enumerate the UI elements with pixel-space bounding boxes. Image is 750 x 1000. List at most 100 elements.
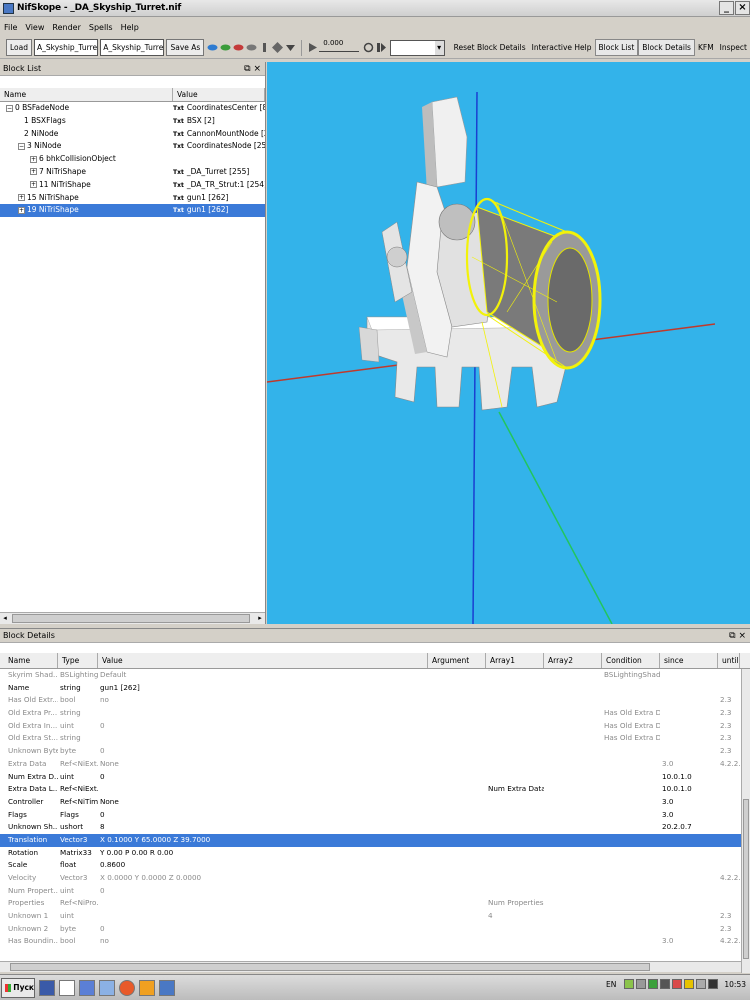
tree-row[interactable]: +11 NiTriShape Txt _DA_TR_Strut:1 [254] (0, 179, 265, 192)
tree-row[interactable]: +6 bhkCollisionObject (0, 153, 265, 166)
menu-render[interactable]: Render (48, 23, 84, 32)
column-array2[interactable]: Array2 (544, 653, 602, 668)
details-row[interactable]: Translation Vector3 X 0.1000 Y 65.0000 Z 3… (0, 833, 750, 847)
tree-row[interactable]: +15 NiTriShape Txt gun1 [262] (0, 192, 265, 205)
switch-icon[interactable] (376, 42, 387, 53)
column-until[interactable]: until (718, 653, 740, 668)
expand-toggle-icon[interactable]: + (30, 155, 37, 163)
view-front-icon[interactable] (207, 42, 218, 53)
details-row[interactable]: Extra Data Ref<NiExt...None 3.0 4.2.2. (0, 758, 750, 771)
tree-row[interactable]: +7 NiTriShape Txt _DA_Turret [255] (0, 166, 265, 179)
tray-icon[interactable] (660, 979, 671, 989)
tray-icon[interactable] (648, 979, 659, 989)
expand-toggle-icon[interactable]: − (18, 142, 25, 150)
time-slider[interactable]: 0.000 (319, 39, 360, 56)
details-row[interactable]: Old Extra Pr...string Has Old Extra Data 2… (0, 707, 750, 720)
expand-toggle-icon[interactable]: + (18, 194, 25, 202)
block-list-hscrollbar[interactable]: ◂ ▸ (0, 612, 265, 624)
menu-help[interactable]: Help (117, 23, 143, 32)
tree-row[interactable]: −0 BSFadeNode TxtCoordinatesCenter [81] (0, 102, 265, 115)
tray-icon[interactable] (696, 979, 707, 989)
scroll-right-icon[interactable]: ▸ (255, 613, 265, 624)
tab-inspect[interactable]: Inspect (717, 39, 750, 56)
details-row[interactable]: Has Boundin... bool no 3.0 4.2.2. (0, 935, 750, 948)
details-row[interactable]: Flags Flags 0 3.0 (0, 809, 750, 822)
tray-icon[interactable] (624, 979, 635, 989)
tab-kfm[interactable]: KFM (695, 39, 717, 56)
menu-spells[interactable]: Spells (85, 23, 117, 32)
details-row[interactable]: Extra Data L...Ref<NiExt... Num Extra Dat… (0, 783, 750, 796)
panel-float-close-icons[interactable]: ⧉ × (244, 62, 261, 76)
panel-float-close-icons[interactable]: ⧉ × (729, 629, 746, 643)
column-condition[interactable]: Condition (602, 653, 660, 668)
column-value[interactable]: Value (98, 653, 428, 668)
tree-row[interactable]: +19 NiTriShape Txt gun1 [262] (0, 204, 265, 218)
details-row[interactable]: Old Extra In...uint 0 Has Old Extra Data 2.… (0, 720, 750, 733)
details-row[interactable]: Name string gun1 [262] (0, 682, 750, 695)
tray-icon[interactable] (636, 979, 647, 989)
view-top-icon[interactable] (233, 42, 244, 53)
details-row[interactable]: Unknown 1 uint 4 2.3 (0, 910, 750, 923)
details-row[interactable]: Unknown Byte byte 0 2.3 (0, 745, 750, 758)
column-argument[interactable]: Argument (428, 653, 486, 668)
minimize-button[interactable]: _ (719, 1, 734, 15)
dropdown-arrow-icon[interactable] (285, 42, 296, 53)
browser-icon[interactable] (119, 979, 135, 996)
document-icon[interactable] (59, 979, 75, 996)
details-row[interactable]: Velocity Vector3 X 0.0000 Y 0.0000 Z 0.000… (0, 872, 750, 885)
details-row[interactable]: Has Old Extr... bool no 2.3 (0, 694, 750, 707)
column-value[interactable]: Value (173, 88, 265, 101)
details-row[interactable]: Controller Ref<NiTim...None 3.0 (0, 796, 750, 809)
save-path-input[interactable]: A_Skyship_Turret.nif (100, 39, 165, 56)
expand-toggle-icon[interactable]: + (30, 168, 37, 176)
load-path-input[interactable]: A_Skyship_Turret.nif (34, 39, 99, 56)
tool-icon[interactable] (99, 979, 115, 996)
tab-block-details[interactable]: Block Details (638, 39, 695, 56)
details-row[interactable]: Unknown Sh... ushort 8 20.2.0.7 (0, 821, 750, 834)
loop-icon[interactable] (363, 42, 374, 53)
expand-toggle-icon[interactable]: + (30, 181, 37, 189)
details-row[interactable]: Old Extra St...string Has Old Extra Data 2… (0, 732, 750, 745)
view-side-icon[interactable] (220, 42, 231, 53)
save-as-button[interactable]: Save As (166, 39, 205, 56)
column-since[interactable]: since (660, 653, 718, 668)
app-icon[interactable] (79, 979, 95, 996)
tray-icon[interactable] (672, 979, 683, 989)
tray-icon[interactable] (684, 979, 695, 989)
expand-toggle-icon[interactable]: + (18, 206, 25, 214)
details-row[interactable]: Num Extra D... uint 0 10.0.1.0 (0, 771, 750, 784)
details-hscrollbar[interactable] (0, 961, 741, 972)
details-row[interactable]: Rotation Matrix33 Y 0.00 P 0.00 R 0.00 (0, 847, 750, 860)
animation-select[interactable] (390, 39, 445, 56)
tray-icon[interactable] (708, 979, 719, 989)
details-row[interactable]: Unknown 2 byte 0 2.3 (0, 923, 750, 936)
menu-file[interactable]: File (0, 23, 21, 32)
tree-row[interactable]: −3 NiNode TxtCoordinatesNode [256] (0, 140, 265, 153)
play-icon[interactable] (307, 42, 318, 53)
start-button[interactable]: Пуск (1, 977, 35, 998)
view-user-icon[interactable] (246, 42, 257, 53)
details-row[interactable]: Skyrim Shad...BSLighting...Default BSLigh… (0, 669, 750, 682)
details-vscrollbar[interactable] (741, 669, 750, 973)
column-name[interactable]: Name (0, 653, 58, 668)
details-row[interactable]: Num Propert... uint 0 (0, 885, 750, 898)
3d-viewport[interactable] (267, 62, 750, 624)
details-row[interactable]: Scale float 0.8600 (0, 859, 750, 872)
column-type[interactable]: Type (58, 653, 98, 668)
expand-toggle-icon[interactable]: − (6, 104, 13, 112)
scroll-thumb[interactable] (12, 614, 250, 623)
details-row[interactable]: Properties Ref<NiPro... Num Properties (0, 897, 750, 910)
scroll-left-icon[interactable]: ◂ (0, 613, 10, 624)
nifskope-task-icon[interactable] (159, 979, 175, 996)
scroll-thumb[interactable] (743, 799, 749, 959)
tab-block-list[interactable]: Block List (594, 39, 639, 56)
column-name[interactable]: Name (0, 88, 173, 101)
walk-icon[interactable] (272, 42, 284, 53)
flip-icon[interactable] (259, 42, 270, 53)
media-player-icon[interactable] (139, 979, 155, 996)
tree-row[interactable]: 1 BSXFlags Txt BSX [2] (0, 115, 265, 128)
tree-row[interactable]: 2 NiNode TxtCannonMountNode [257] (0, 128, 265, 141)
close-button[interactable]: × (735, 1, 750, 15)
save-disk-icon[interactable] (39, 979, 55, 996)
interactive-help-button[interactable]: Interactive Help (529, 39, 595, 56)
